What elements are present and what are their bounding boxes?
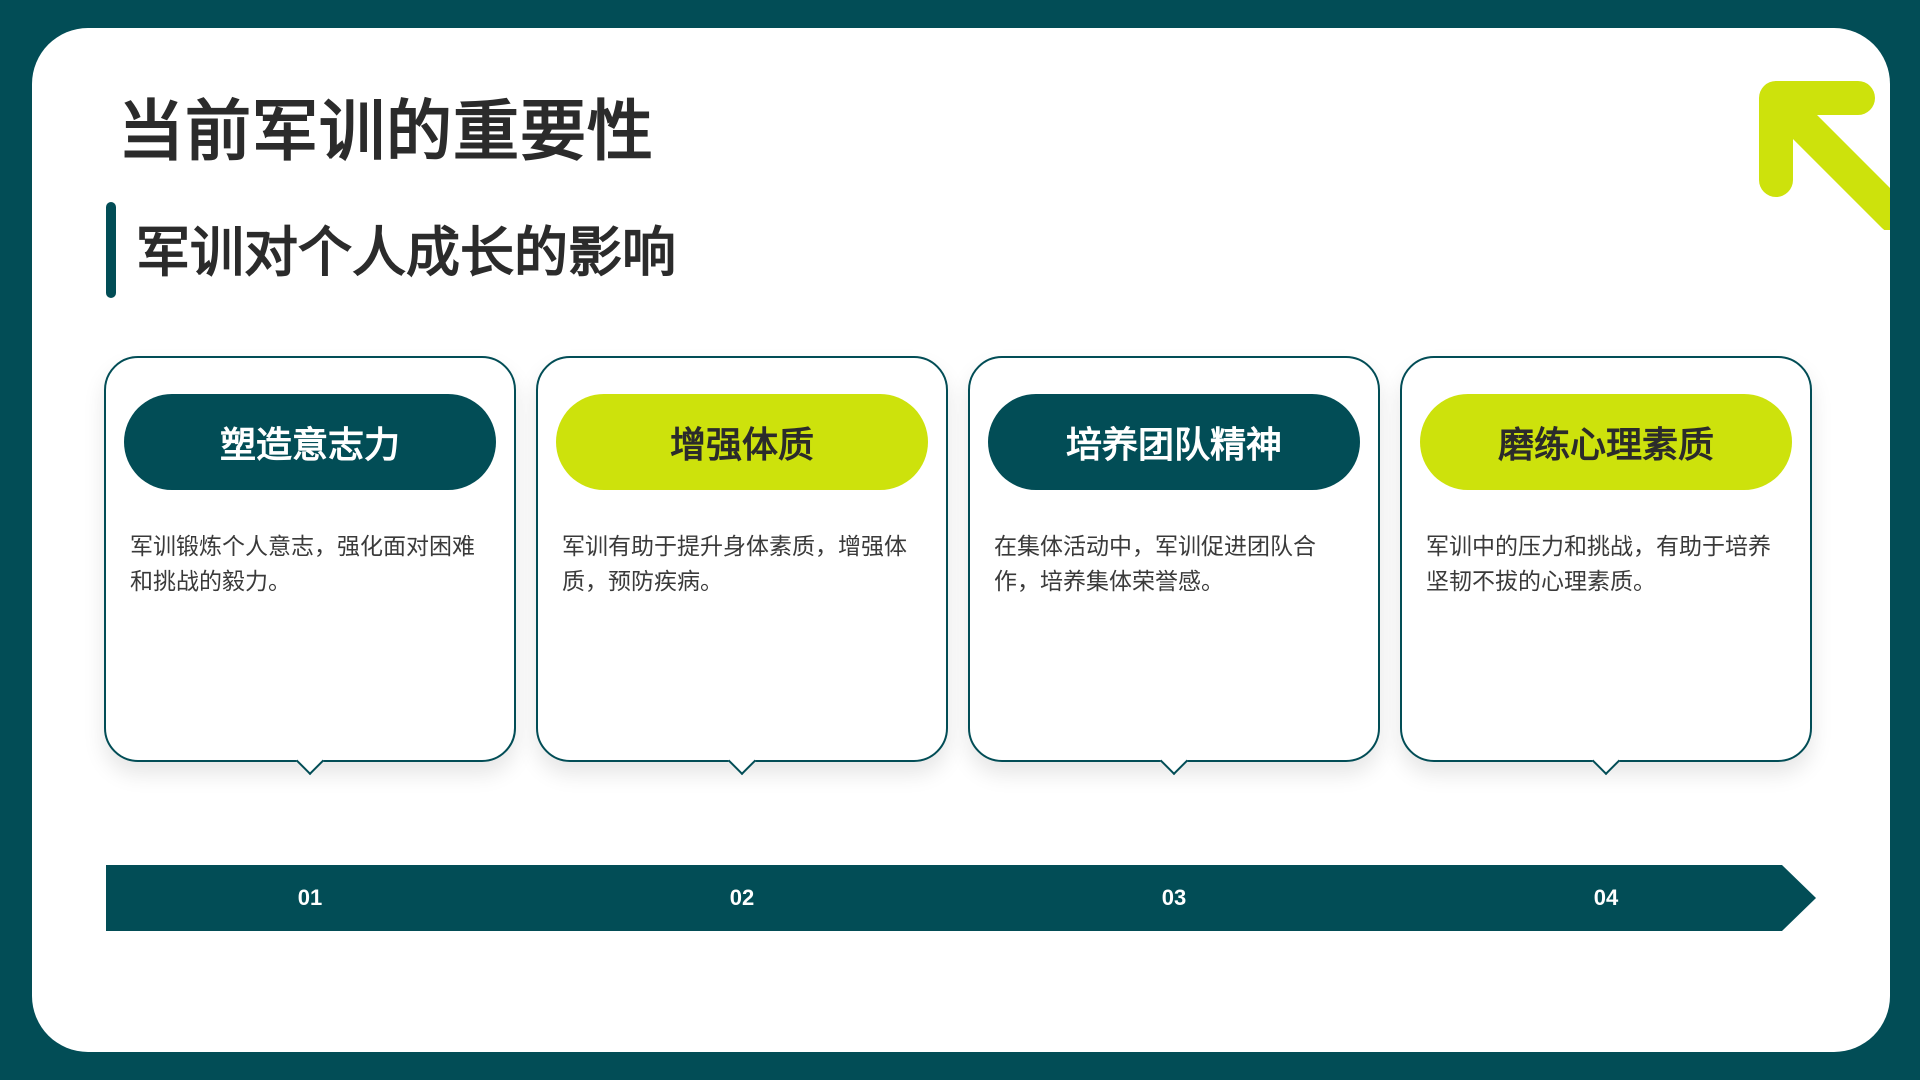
card-resilience: 磨练心理素质 军训中的压力和挑战，有助于培养坚韧不拔的心理素质。: [1400, 356, 1812, 776]
card-description: 军训中的压力和挑战，有助于培养坚韧不拔的心理素质。: [1426, 534, 1771, 595]
card-willpower: 塑造意志力 军训锻炼个人意志，强化面对困难和挑战的毅力。: [104, 356, 516, 776]
subtitle-accent-bar: [106, 202, 116, 298]
timeline-arrow-shape: [106, 865, 1816, 931]
timeline-arrow: 01 02 03 04: [106, 865, 1816, 931]
card-pointer: [727, 746, 757, 776]
timeline-step-label: 01: [297, 885, 323, 910]
slide: 当前军训的重要性 军训对个人成长的影响 塑造意志力 军训锻炼个人意志，强化面对困…: [32, 28, 1890, 1052]
card-description: 军训有助于提升身体素质，增强体质，预防疾病。: [562, 534, 907, 595]
card-physique: 增强体质 军训有助于提升身体素质，增强体质，预防疾病。: [536, 356, 948, 776]
timeline-step-label: 02: [729, 885, 755, 910]
timeline-step-label: 03: [1161, 885, 1187, 910]
card-pointer: [1159, 746, 1189, 776]
arrow-up-left-icon: [1759, 81, 1890, 230]
timeline-step-label: 04: [1593, 885, 1619, 910]
card-description: 在集体活动中，军训促进团队合作，培养集体荣誉感。: [994, 534, 1316, 595]
card-pointer: [295, 746, 325, 776]
page-title: 当前军训的重要性: [118, 93, 654, 170]
card-heading: 增强体质: [556, 394, 928, 490]
card-heading: 磨练心理素质: [1420, 394, 1792, 490]
card-description: 军训锻炼个人意志，强化面对困难和挑战的毅力。: [130, 534, 475, 595]
card-pointer: [1591, 746, 1621, 776]
card-heading: 塑造意志力: [124, 394, 496, 490]
section-subtitle: 军训对个人成长的影响: [136, 221, 676, 284]
card-teamwork: 培养团队精神 在集体活动中，军训促进团队合作，培养集体荣誉感。: [968, 356, 1380, 776]
card-heading: 培养团队精神: [988, 394, 1360, 490]
